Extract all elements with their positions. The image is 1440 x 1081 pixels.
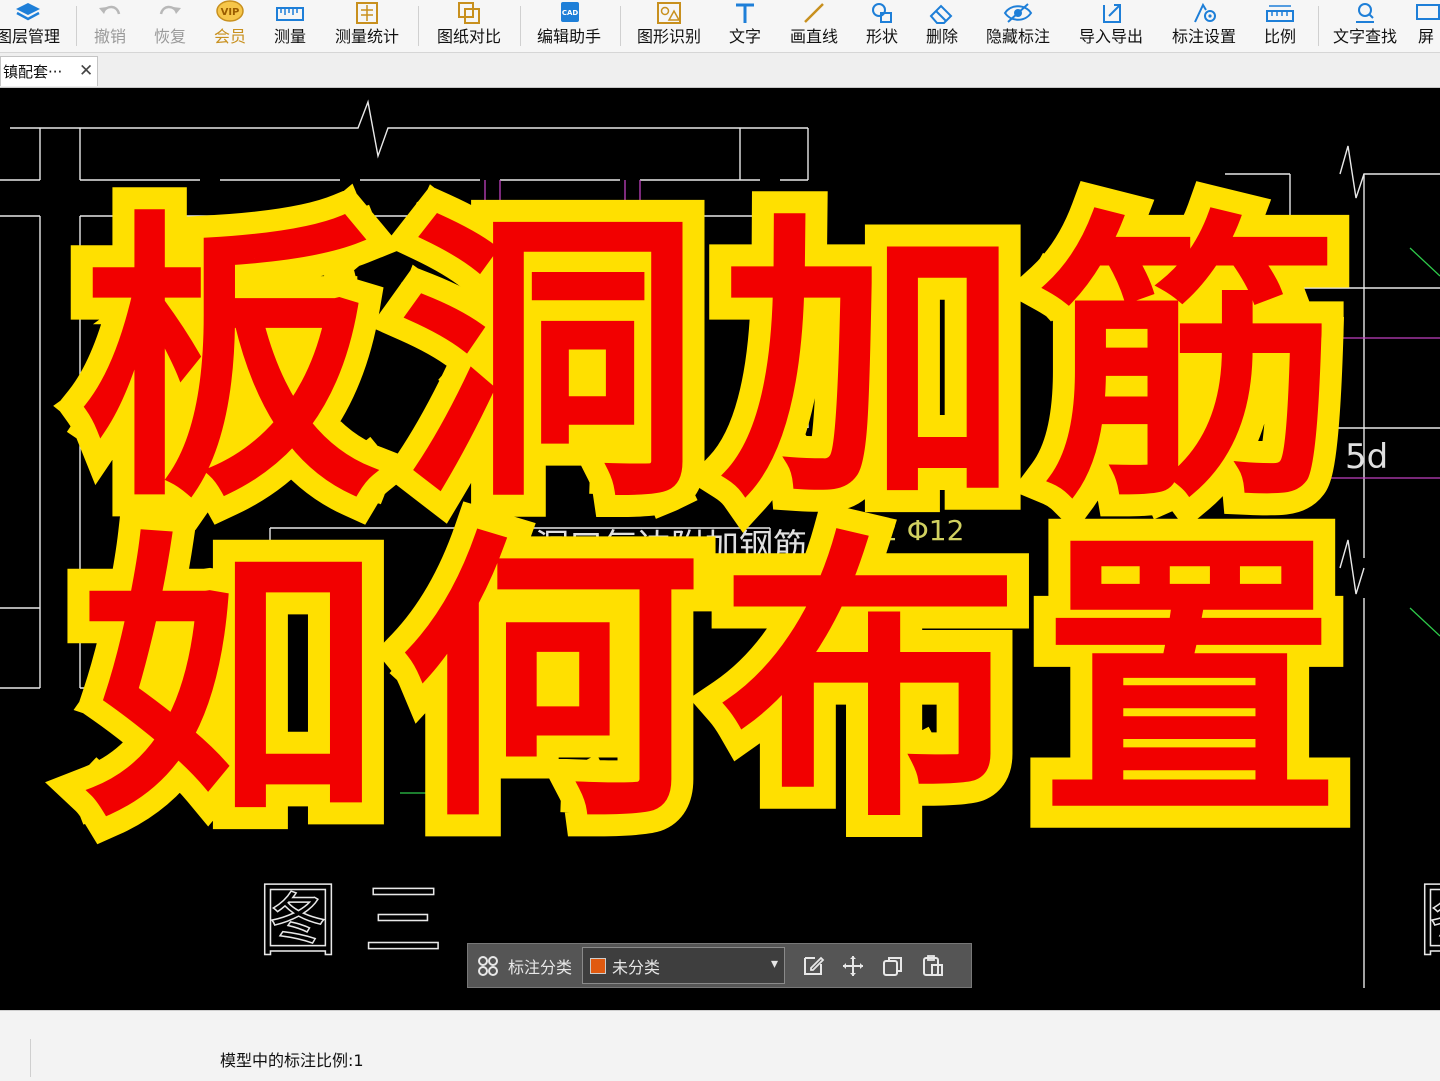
text-search-button[interactable]: 文字查找 [1320,0,1410,52]
document-tab-label: 镇配套··· [3,63,63,81]
toolbar-separator [1318,6,1319,46]
import-export-button[interactable]: 导入导出 [1066,0,1156,52]
measure-stats-label: 测量统计 [334,27,399,46]
eye-hide-icon [1003,3,1033,23]
document-tab[interactable]: 镇配套··· ✕ [0,56,98,86]
status-bar: 模型中的标注比例:1 [0,1010,1440,1081]
measure-button[interactable]: 测量 [250,0,330,52]
ruler-icon [276,7,304,21]
chevron-down-icon: ▾ [770,956,779,972]
overlay-title-line2: 如何布置 [58,506,1362,860]
scale-ruler-icon [1266,5,1294,22]
compare-drawings-label: 图纸对比 [436,27,501,46]
shapes-icon [872,3,892,23]
annotation-settings-icon [1194,2,1216,23]
draw-line-label: 画直线 [789,27,838,46]
main-toolbar: 图层管理 撤销 恢复 VIP 会员 测量 测量统计 图纸对比 CAD 编辑助手 … [0,0,1440,53]
status-corner-box [0,1039,31,1077]
copy-icon[interactable] [881,954,905,978]
screen-button[interactable]: 屏 [1406,0,1440,52]
toolbar-separator [620,6,621,46]
cad-figure-label-right: 图 [1418,874,1440,967]
overlay-title-line1: 板洞加筋 [58,186,1362,540]
annotation-category-label: 标注分类 [508,957,573,977]
shape-recognize-icon [657,2,681,24]
toolbar-separator [418,6,419,46]
edit-assistant-label: 编辑助手 [536,27,601,46]
hide-annotation-button[interactable]: 隐藏标注 [973,0,1063,52]
screen-label: 屏 [1417,27,1434,46]
annotation-float-toolbar: 标注分类 未分类 ▾ [467,943,972,988]
grid-apps-icon[interactable] [476,954,500,978]
screen-icon [1416,4,1440,20]
cad-edit-icon: CAD [561,2,579,22]
undo-icon [99,5,121,15]
document-tabstrip: 镇配套··· ✕ [0,53,1440,88]
scale-button[interactable]: 比例 [1240,0,1320,52]
edit-icon[interactable] [801,954,825,978]
shape-recognize-label: 图形识别 [636,27,701,46]
line-icon [804,3,824,23]
category-color-swatch [590,957,607,974]
cad-drawing-canvas[interactable]: 洞口每边附加钢筋 2 Φ12 5d 图 三 图 板洞加筋 如何布置 [0,88,1440,1010]
eraser-icon [929,4,953,24]
compare-drawings-icon [458,2,480,24]
vip-member-label: 会员 [213,27,246,46]
measure-stats-button[interactable]: 测量统计 [322,0,412,52]
shapes-label: 形状 [865,27,898,46]
svg-text:CAD: CAD [562,9,579,17]
layer-manage-label: 图层管理 [0,27,60,46]
annotation-settings-label: 标注设置 [1171,27,1236,46]
edit-assistant-button[interactable]: CAD 编辑助手 [524,0,614,52]
scale-label: 比例 [1263,27,1296,46]
cad-figure-label: 图 三 [258,874,443,967]
svg-text:VIP: VIP [221,7,240,18]
hide-annotation-label: 隐藏标注 [985,27,1050,46]
measure-stats-icon [356,2,378,24]
close-icon[interactable]: ✕ [79,63,93,80]
annotation-category-select[interactable]: 未分类 ▾ [582,947,786,984]
annotation-scale-status: 模型中的标注比例:1 [220,1051,364,1070]
import-export-label: 导入导出 [1078,27,1143,46]
undo-label: 撤销 [93,27,126,46]
layers-icon [16,3,40,21]
text-search-icon [1356,3,1374,23]
text-icon [736,3,754,23]
vip-badge-icon: VIP [216,0,244,22]
move-icon[interactable] [841,954,865,978]
annotation-settings-button[interactable]: 标注设置 [1159,0,1249,52]
shape-recognize-button[interactable]: 图形识别 [624,0,714,52]
layer-manage-button[interactable]: 图层管理 [0,0,68,52]
toolbar-separator [520,6,521,46]
import-export-icon [1103,4,1121,23]
delete-label: 删除 [925,27,958,46]
measure-label: 测量 [273,27,306,46]
text-search-label: 文字查找 [1332,27,1397,46]
category-select-value: 未分类 [612,957,661,977]
paste-icon[interactable] [921,954,945,978]
delete-button[interactable]: 删除 [902,0,982,52]
text-tool-label: 文字 [728,27,761,46]
redo-icon [159,5,181,15]
compare-drawings-button[interactable]: 图纸对比 [424,0,514,52]
redo-label: 恢复 [153,27,186,46]
